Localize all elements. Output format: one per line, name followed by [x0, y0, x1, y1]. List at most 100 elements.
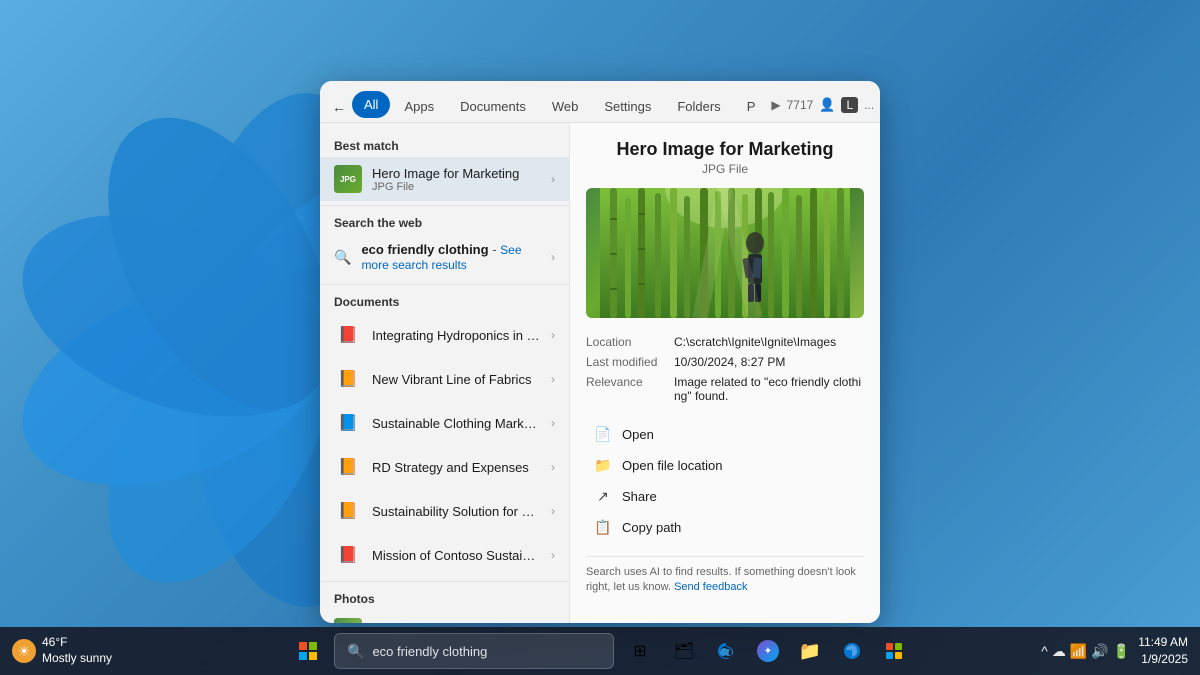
search-tabs-bar: ← All Apps Documents Web Settings Folder… [320, 81, 880, 123]
doc-title-2: Sustainable Clothing Marketing ... [372, 416, 541, 431]
preview-title: Hero Image for Marketing [586, 139, 864, 160]
taskbar: ☀ 46°F Mostly sunny 🔍 eco friendly cloth… [0, 627, 1200, 675]
tab-l[interactable]: L [841, 97, 858, 113]
volume-icon[interactable]: 🔊 [1091, 643, 1108, 660]
doc-title-3: RD Strategy and Expenses [372, 460, 541, 475]
taskbar-search-bar[interactable]: 🔍 eco friendly clothing [334, 633, 614, 669]
doc-title-0: Integrating Hydroponics in Manu... [372, 328, 541, 343]
doc-chevron-5: › [551, 548, 555, 562]
photos-label: Photos [320, 586, 569, 610]
divider-1 [320, 205, 569, 206]
doc-text-2: Sustainable Clothing Marketing ... [372, 416, 541, 431]
doc-chevron-0: › [551, 328, 555, 342]
doc-item-1[interactable]: 📙 New Vibrant Line of Fabrics › [320, 357, 569, 401]
play-icon[interactable]: ▶ [771, 98, 780, 112]
doc-item-5[interactable]: 📕 Mission of Contoso Sustainable F... › [320, 533, 569, 577]
tab-documents[interactable]: Documents [448, 93, 538, 120]
feedback-link[interactable]: Send feedback [674, 581, 747, 593]
file-explorer-button[interactable]: 📁 [792, 633, 828, 669]
tab-extras: ▶ 7717 👤 L ... ✦ [771, 93, 880, 121]
preview-subtitle: JPG File [586, 162, 864, 176]
best-match-chevron: › [551, 172, 555, 186]
meta-row-modified: Last modified 10/30/2024, 8:27 PM [586, 352, 864, 372]
tray-chevron[interactable]: ^ [1041, 643, 1048, 659]
store-button[interactable] [876, 633, 912, 669]
copy-path-icon: 📋 [594, 519, 612, 536]
doc-text-4: Sustainability Solution for Future ... [372, 504, 541, 519]
doc-title-5: Mission of Contoso Sustainable F... [372, 548, 541, 563]
action-share[interactable]: ↗ Share [586, 482, 864, 511]
clock[interactable]: 11:49 AM 1/9/2025 [1138, 634, 1188, 668]
tab-more[interactable]: ... [864, 98, 874, 112]
search-window: ← All Apps Documents Web Settings Folder… [320, 81, 880, 623]
meta-key-relevance: Relevance [586, 375, 666, 403]
tab-all[interactable]: All [352, 91, 390, 118]
doc-chevron-1: › [551, 372, 555, 386]
doc-item-0[interactable]: 📕 Integrating Hydroponics in Manu... › [320, 313, 569, 357]
web-search-text-container: eco friendly clothing - See more search … [361, 242, 541, 272]
best-match-text: Hero Image for Marketing JPG File [372, 166, 541, 193]
search-magnifier-icon: 🔍 [347, 643, 364, 660]
preview-actions: 📄 Open 📁 Open file location ↗ Share 📋 Co… [586, 420, 864, 542]
web-search-query: eco friendly clothing - See more search … [361, 242, 541, 272]
search-web-item[interactable]: 🔍 eco friendly clothing - See more searc… [320, 234, 569, 280]
weather-widget[interactable]: ☀ 46°F Mostly sunny [12, 635, 112, 666]
tab-number[interactable]: 7717 [787, 98, 814, 112]
tab-p[interactable]: P [735, 93, 768, 120]
doc-item-4[interactable]: 📙 Sustainability Solution for Future ...… [320, 489, 569, 533]
search-body: Best match JPG Hero Image for Marketing … [320, 123, 880, 623]
weather-text: 46°F Mostly sunny [42, 635, 112, 666]
meta-val-location: C:\scratch\Ignite\Ignite\Images [674, 335, 836, 349]
search-results-left: Best match JPG Hero Image for Marketing … [320, 123, 570, 623]
task-view-button[interactable]: ⊞ [620, 631, 660, 671]
widgets-button[interactable]: 🗂 [666, 633, 702, 669]
doc-title-1: New Vibrant Line of Fabrics [372, 372, 541, 387]
doc-item-2[interactable]: 📘 Sustainable Clothing Marketing ... › [320, 401, 569, 445]
doc-item-3[interactable]: 📙 RD Strategy and Expenses › [320, 445, 569, 489]
best-match-title: Hero Image for Marketing [372, 166, 541, 181]
doc-text-1: New Vibrant Line of Fabrics [372, 372, 541, 387]
tab-settings[interactable]: Settings [592, 93, 663, 120]
taskbar-right: ^ ☁ 📶 🔊 🔋 11:49 AM 1/9/2025 [1008, 634, 1188, 668]
open-icon: 📄 [594, 426, 612, 443]
back-button[interactable]: ← [332, 93, 346, 121]
ppt-icon-3: 📙 [338, 457, 358, 477]
documents-label: Documents [320, 289, 569, 313]
meta-val-modified: 10/30/2024, 8:27 PM [674, 355, 785, 369]
tab-folders[interactable]: Folders [665, 93, 732, 120]
action-open-location[interactable]: 📁 Open file location [586, 451, 864, 480]
tab-web[interactable]: Web [540, 93, 591, 120]
wifi-icon[interactable]: 📶 [1070, 643, 1087, 660]
copilot-taskbar-button[interactable]: ✦ [750, 633, 786, 669]
best-match-label: Best match [320, 133, 569, 157]
share-icon: ↗ [594, 488, 612, 505]
edge-taskbar-button[interactable] [834, 633, 870, 669]
edge-button[interactable] [708, 633, 744, 669]
network-icon[interactable]: ☁ [1052, 643, 1066, 660]
tab-apps[interactable]: Apps [392, 93, 446, 120]
battery-icon[interactable]: 🔋 [1113, 643, 1130, 660]
doc-chevron-3: › [551, 460, 555, 474]
system-tray-icons: ^ ☁ 📶 🔊 🔋 [1041, 643, 1130, 660]
photo-thumb-0 [334, 618, 362, 623]
doc-text-0: Integrating Hydroponics in Manu... [372, 328, 541, 343]
start-button[interactable] [288, 631, 328, 671]
best-match-item[interactable]: JPG Hero Image for Marketing JPG File › [320, 157, 569, 201]
action-share-label: Share [622, 489, 657, 504]
taskbar-search-text: eco friendly clothing [372, 644, 487, 659]
doc-icon-0: 📕 [334, 321, 362, 349]
clock-date: 1/9/2025 [1141, 651, 1188, 668]
doc-chevron-2: › [551, 416, 555, 430]
tab-person-icon[interactable]: 👤 [819, 97, 835, 113]
meta-row-relevance: Relevance Image related to "eco friendly… [586, 372, 864, 406]
preview-image-container [586, 188, 864, 318]
best-match-subtitle: JPG File [372, 181, 541, 193]
meta-key-modified: Last modified [586, 355, 666, 369]
pdf-icon-5: 📕 [338, 545, 358, 565]
photo-item-0[interactable]: RCZ_2189 › [320, 610, 569, 623]
taskbar-left: ☀ 46°F Mostly sunny [12, 635, 152, 666]
open-location-icon: 📁 [594, 457, 612, 474]
action-open[interactable]: 📄 Open [586, 420, 864, 449]
jpg-icon: JPG [334, 165, 362, 193]
action-copy-path[interactable]: 📋 Copy path [586, 513, 864, 542]
